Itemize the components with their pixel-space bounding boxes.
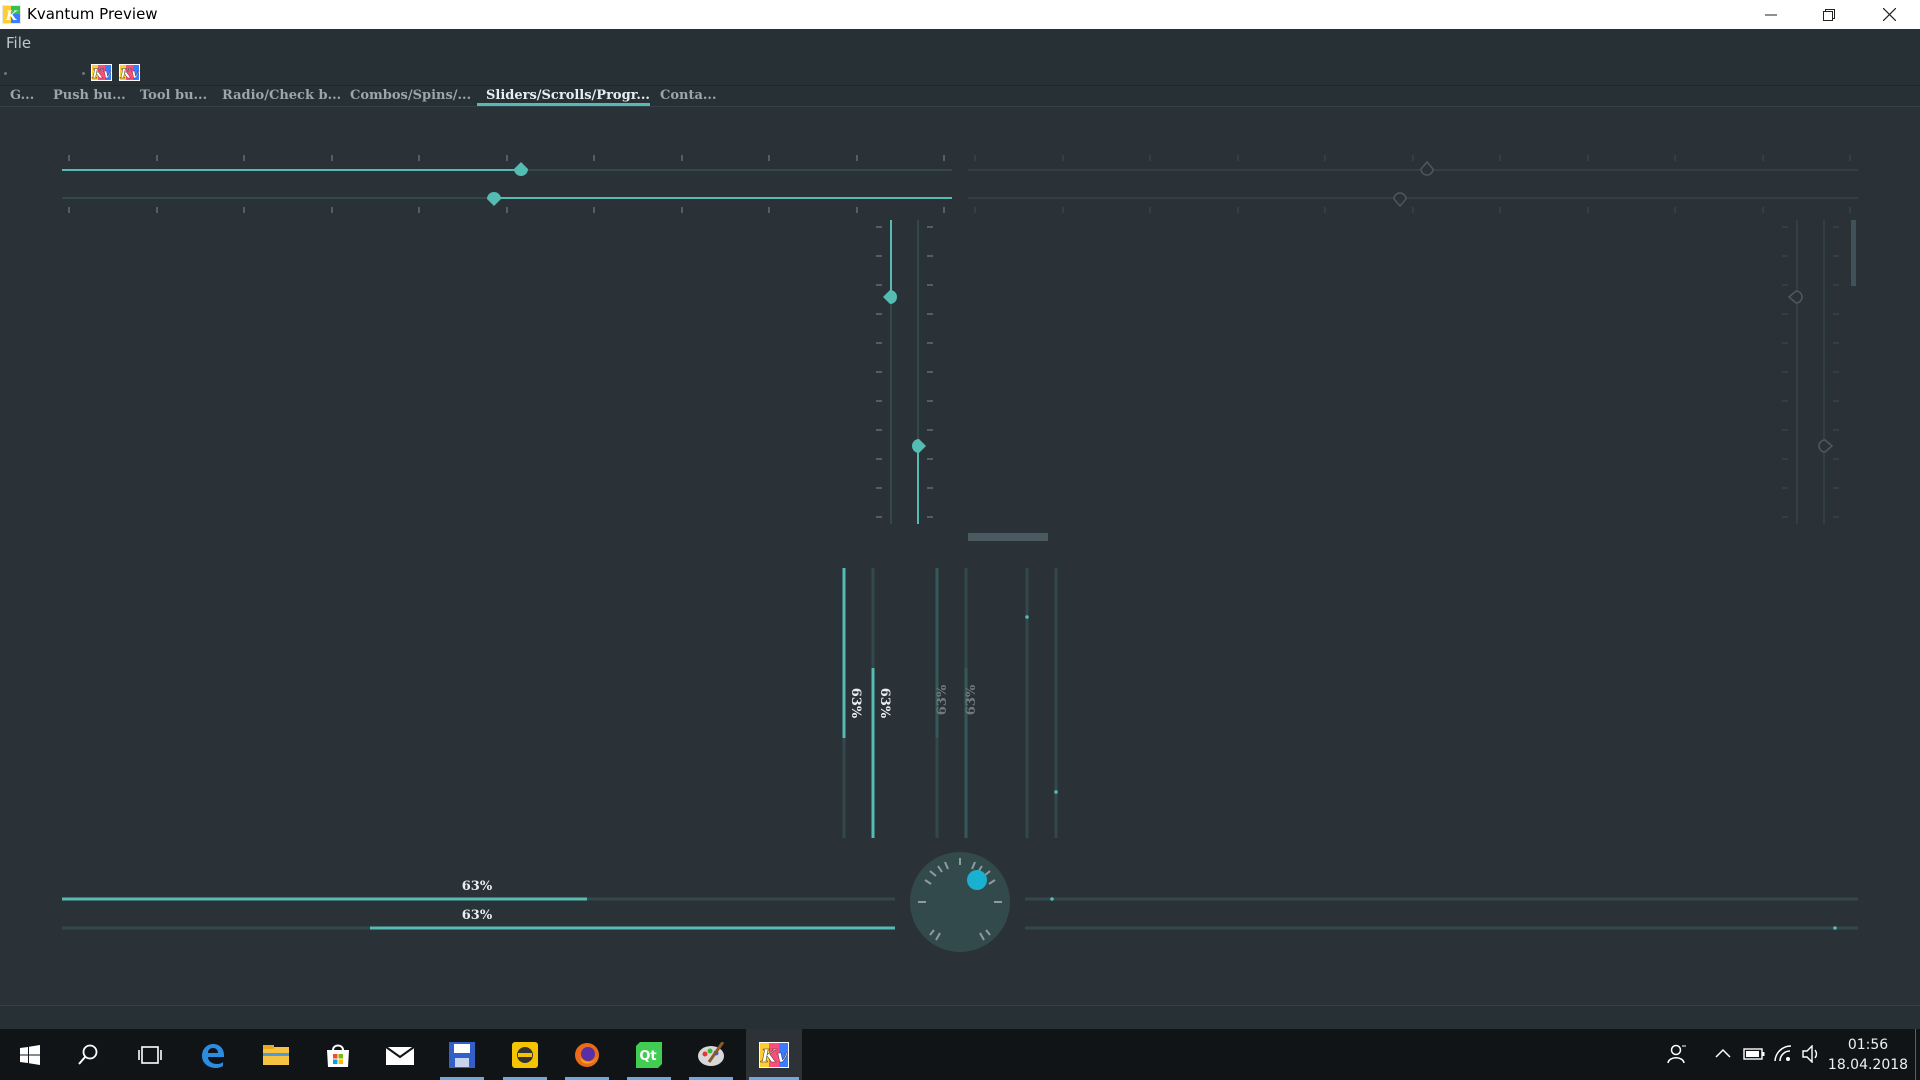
slider-ticks-left <box>876 226 882 518</box>
wifi-icon[interactable] <box>1773 1044 1793 1062</box>
horizontal-scrollbar-thumb[interactable] <box>968 533 1048 541</box>
horizontal-slider-disabled-1 <box>968 155 1858 176</box>
qt-creator-icon: Qt <box>636 1041 662 1068</box>
slider-handle[interactable] <box>883 290 897 304</box>
vertical-progress-bar-1: 63% <box>842 568 863 838</box>
horizontal-progress-bar-1: 63% <box>62 879 895 901</box>
kvantum-icon: Kv <box>759 1041 789 1068</box>
slider-handle[interactable] <box>912 439 926 453</box>
edge-icon <box>202 1043 224 1068</box>
vertical-scrollbar-3[interactable] <box>1054 568 1058 838</box>
horizontal-scrollbar-2[interactable] <box>1025 897 1858 901</box>
slider-handle <box>1818 439 1834 453</box>
progress-label: 63% <box>877 688 892 719</box>
people-icon[interactable] <box>1667 1044 1687 1064</box>
windows-start-icon <box>20 1044 40 1065</box>
vertical-scrollbar[interactable] <box>1848 220 1858 526</box>
vertical-scrollbar-2[interactable] <box>1025 568 1029 838</box>
edge-button[interactable] <box>188 1029 238 1080</box>
progress-label: 63% <box>848 688 863 719</box>
volume-icon[interactable] <box>1802 1045 1822 1063</box>
status-bar <box>0 1005 1920 1029</box>
kvantum-taskbar-button[interactable]: Kv <box>746 1029 802 1080</box>
slider-handle <box>1420 160 1434 176</box>
slider-handle[interactable] <box>514 162 528 176</box>
progress-label: 63% <box>935 684 950 715</box>
slider-ticks-right <box>927 226 933 518</box>
taskbar: Qt Kv 01:56 18.04.2018 <box>0 1029 1920 1080</box>
slider-ticks-bottom <box>68 207 945 213</box>
slider-ticks-bottom <box>974 207 1851 213</box>
slider-ticks-top <box>974 155 1851 161</box>
vertical-slider-enabled-1[interactable] <box>876 220 897 524</box>
progress-label: 63% <box>462 908 493 923</box>
vertical-slider-enabled-2[interactable] <box>912 220 933 524</box>
show-desktop-button[interactable] <box>1915 1029 1916 1080</box>
scrollbar-thumb[interactable] <box>1833 926 1837 930</box>
start-button[interactable] <box>5 1029 55 1080</box>
scrollbar-thumb[interactable] <box>1054 790 1058 794</box>
slider-handle[interactable] <box>487 192 501 206</box>
task-view-button[interactable] <box>125 1029 175 1080</box>
horizontal-slider-disabled-2 <box>968 192 1858 213</box>
file-explorer-icon <box>263 1044 289 1065</box>
dial[interactable] <box>910 852 1010 952</box>
clock-date: 18.04.2018 <box>1827 1057 1909 1073</box>
yellow-app-button[interactable] <box>500 1029 550 1080</box>
mail-button[interactable] <box>375 1029 425 1080</box>
svg-text:Kv: Kv <box>760 1046 788 1067</box>
horizontal-slider-enabled-1[interactable] <box>62 155 952 176</box>
dial-knob[interactable] <box>967 870 987 890</box>
vertical-progress-bar-4-disabled: 63% <box>964 568 979 838</box>
horizontal-scrollbar-3[interactable] <box>1025 926 1858 930</box>
scrollbar-thumb[interactable] <box>1050 897 1054 901</box>
save-app-button[interactable] <box>437 1029 487 1080</box>
mail-icon <box>386 1045 414 1065</box>
svg-text:Qt: Qt <box>639 1049 656 1064</box>
taskbar-clock[interactable]: 01:56 18.04.2018 <box>1826 1035 1910 1075</box>
slider-ticks-top <box>68 155 945 161</box>
progress-label: 63% <box>964 684 979 715</box>
store-button[interactable] <box>313 1029 363 1080</box>
slider-handle <box>1787 290 1803 304</box>
save-app-icon <box>449 1041 475 1068</box>
widget-canvas: 63% 63% 63% 63% 63% 63% <box>62 155 1858 952</box>
slider-handle <box>1393 192 1407 208</box>
slider-ticks-left <box>1782 226 1788 518</box>
app-yellow-icon <box>512 1041 538 1068</box>
progress-label: 63% <box>462 879 493 894</box>
paint-icon <box>698 1041 725 1066</box>
search-icon <box>78 1044 98 1065</box>
slider-ticks-right <box>1833 226 1839 518</box>
qt-creator-button[interactable]: Qt <box>624 1029 674 1080</box>
task-view-icon <box>138 1045 162 1064</box>
vertical-slider-disabled-1 <box>1782 220 1803 524</box>
file-explorer-button[interactable] <box>251 1029 301 1080</box>
firefox-icon <box>575 1042 599 1067</box>
chevron-up-icon[interactable] <box>1715 1048 1731 1058</box>
scrollbar-thumb[interactable] <box>1851 220 1856 286</box>
vertical-progress-bar-3-disabled: 63% <box>935 568 950 838</box>
store-icon <box>327 1044 349 1067</box>
battery-icon[interactable] <box>1743 1048 1765 1060</box>
firefox-button[interactable] <box>562 1029 612 1080</box>
horizontal-progress-bar-2: 63% <box>62 908 895 930</box>
paint-button[interactable] <box>686 1029 736 1080</box>
search-button[interactable] <box>63 1029 113 1080</box>
vertical-progress-bar-2: 63% <box>871 568 892 838</box>
vertical-slider-disabled-2 <box>1818 220 1839 524</box>
clock-time: 01:56 <box>1847 1037 1889 1053</box>
horizontal-slider-enabled-2[interactable] <box>62 192 952 213</box>
scrollbar-thumb[interactable] <box>1025 615 1029 619</box>
